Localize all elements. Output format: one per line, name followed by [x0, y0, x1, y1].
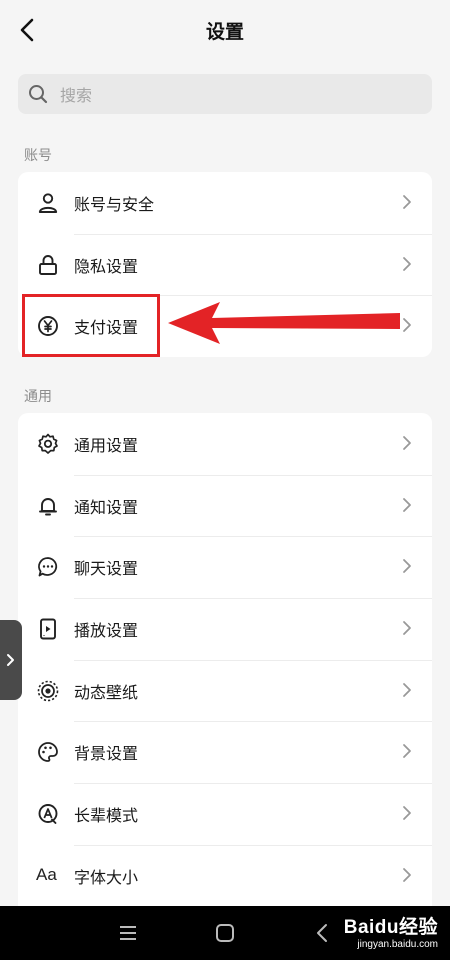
chevron-right-icon — [403, 682, 411, 697]
section-label-general: 通用 — [24, 389, 52, 405]
lock-icon — [36, 253, 60, 277]
page-title: 设置 — [205, 21, 244, 43]
chevron-right-icon — [403, 806, 411, 821]
chevron-right-icon — [403, 559, 411, 574]
home-square-icon — [216, 924, 234, 942]
menu-icon — [120, 926, 136, 940]
settings-item-chat[interactable]: 聊天设置 — [18, 536, 432, 598]
font-size-icon: Aa — [36, 864, 57, 884]
gear-icon — [36, 432, 60, 456]
chevron-right-icon — [403, 621, 411, 635]
settings-item-label: 字体大小 — [74, 867, 139, 887]
chevron-right-icon — [403, 318, 411, 333]
settings-item-privacy[interactable]: 隐私设置 — [18, 233, 432, 296]
menu-button[interactable] — [115, 921, 141, 945]
chevron-right-icon — [403, 195, 411, 209]
search-icon — [29, 85, 48, 104]
settings-item-label: 聊天设置 — [74, 559, 139, 579]
settings-item-background[interactable]: 背景设置 — [18, 721, 432, 783]
chevron-right-icon — [403, 256, 411, 271]
chevron-right-icon — [403, 744, 411, 759]
settings-item-playback[interactable]: 播放设置 — [18, 598, 432, 660]
settings-item-notification[interactable]: 通知设置 — [18, 474, 432, 537]
settings-item-label: 隐私设置 — [74, 256, 139, 276]
settings-item-label: 通知设置 — [74, 497, 139, 517]
chevron-right-icon — [403, 867, 411, 882]
yen-icon — [36, 314, 60, 338]
home-button[interactable] — [212, 921, 238, 945]
person-icon — [36, 191, 60, 215]
watermark-brand: Bai⁠du经验 — [343, 917, 438, 938]
settings-item-dynamic-wallpaper[interactable]: 动态壁纸 — [18, 659, 432, 722]
settings-item-elder-mode[interactable]: 长辈模式 — [18, 783, 432, 845]
chevron-right-icon — [403, 436, 411, 450]
search-input[interactable] — [58, 74, 422, 116]
search-bar[interactable] — [18, 74, 432, 116]
settings-item-label: 支付设置 — [74, 318, 139, 338]
settings-item-account-security[interactable]: 账号与安全 — [18, 172, 432, 234]
chevron-right-icon — [7, 654, 14, 666]
palette-icon — [36, 740, 60, 764]
settings-item-label: 长辈模式 — [74, 806, 139, 826]
bell-icon — [36, 494, 60, 518]
settings-item-label: 账号与安全 — [74, 195, 155, 214]
dynamic-wallpaper-icon — [36, 679, 60, 703]
settings-item-payment[interactable]: 支付设置 — [18, 295, 432, 357]
settings-item-label: 背景设置 — [74, 744, 139, 764]
baidu-jingyan-watermark: Bai⁠du经验 jingyan.baidu.com — [322, 906, 442, 960]
settings-item-label: 通用设置 — [74, 436, 139, 455]
section-label-account: 账号 — [24, 148, 52, 164]
settings-item-general[interactable]: 通用设置 — [18, 413, 432, 475]
header: 设置 — [0, 0, 450, 60]
settings-item-label: 播放设置 — [74, 621, 139, 641]
chevron-right-icon — [403, 497, 411, 512]
settings-item-label: 动态壁纸 — [74, 682, 139, 702]
elder-mode-icon — [36, 802, 60, 826]
account-settings-card: 账号与安全 隐私设置 支付设置 — [18, 172, 432, 358]
play-device-icon — [36, 617, 60, 641]
side-drawer-handle[interactable] — [0, 620, 22, 700]
watermark-url: jingyan.baidu.com — [357, 939, 438, 950]
chat-bubble-icon — [36, 555, 60, 579]
settings-item-font-size[interactable]: Aa 字体大小 — [18, 844, 432, 907]
general-settings-card: 通用设置 通知设置 聊天设置 播放设置 动态壁纸 背景设置 长辈模式 Aa 字体… — [18, 413, 432, 908]
